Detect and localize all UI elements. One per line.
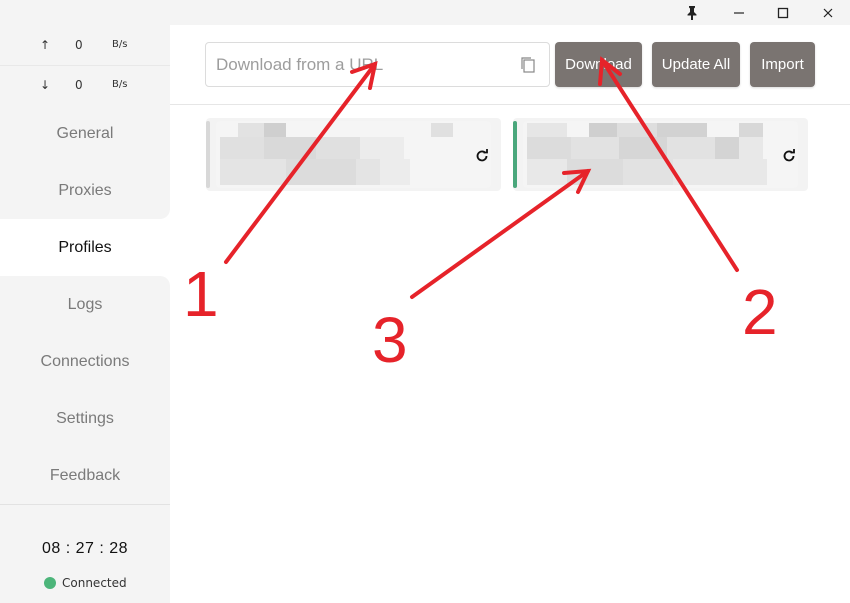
sidebar-nav: General Proxies Profiles Logs Connection… (0, 105, 170, 504)
refresh-icon[interactable] (781, 148, 797, 164)
pin-icon[interactable] (672, 0, 712, 25)
refresh-icon[interactable] (474, 148, 490, 164)
profiles-header: Download Update All Import (170, 25, 850, 105)
app-window: ↑ 0 B/s ↓ 0 B/s General Proxies Profiles… (0, 0, 850, 603)
paste-icon[interactable] (518, 55, 538, 75)
url-input[interactable] (206, 43, 506, 86)
sidebar-item-logs[interactable]: Logs (0, 276, 170, 333)
clock: 08 : 27 : 28 (41, 540, 129, 557)
sidebar: ↑ 0 B/s ↓ 0 B/s General Proxies Profiles… (0, 25, 170, 603)
profile-selected-bar (206, 121, 210, 188)
annotation-number-1: 1 (183, 258, 219, 330)
traffic-divider (0, 65, 170, 66)
traffic-panel: ↑ 0 B/s ↓ 0 B/s (0, 25, 170, 105)
profile-card-content (216, 121, 491, 188)
download-value: 0 (75, 78, 83, 92)
upload-arrow-icon: ↑ (40, 38, 51, 52)
sidebar-item-settings[interactable]: Settings (0, 390, 170, 447)
profile-selected-bar (513, 121, 517, 188)
download-arrow-icon: ↓ (40, 78, 51, 92)
sidebar-item-connections[interactable]: Connections (0, 333, 170, 390)
url-field (205, 42, 550, 87)
close-icon[interactable] (808, 0, 848, 25)
profile-card-selected[interactable] (513, 118, 808, 191)
annotation-number-2: 2 (742, 276, 778, 348)
maximize-icon[interactable] (763, 0, 803, 25)
import-button[interactable]: Import (750, 42, 815, 87)
sidebar-item-general[interactable]: General (0, 105, 170, 162)
minimize-icon[interactable] (719, 0, 759, 25)
download-button[interactable]: Download (555, 42, 642, 87)
profile-card[interactable] (206, 118, 501, 191)
upload-unit: B/s (112, 39, 128, 50)
status-dot-icon (44, 577, 56, 589)
upload-value: 0 (75, 38, 83, 52)
download-unit: B/s (112, 79, 128, 90)
upload-speed: ↑ 0 B/s (0, 35, 170, 55)
status-label: Connected (62, 576, 127, 590)
sidebar-divider (0, 504, 170, 505)
update-all-button[interactable]: Update All (652, 42, 740, 87)
download-speed: ↓ 0 B/s (0, 75, 170, 95)
title-bar (0, 0, 850, 25)
connection-status: Connected (44, 574, 127, 592)
sidebar-item-feedback[interactable]: Feedback (0, 447, 170, 504)
sidebar-item-proxies[interactable]: Proxies (0, 162, 170, 219)
annotation-number-3: 3 (372, 304, 408, 376)
sidebar-item-profiles[interactable]: Profiles (0, 219, 170, 276)
profile-card-content (523, 121, 798, 188)
